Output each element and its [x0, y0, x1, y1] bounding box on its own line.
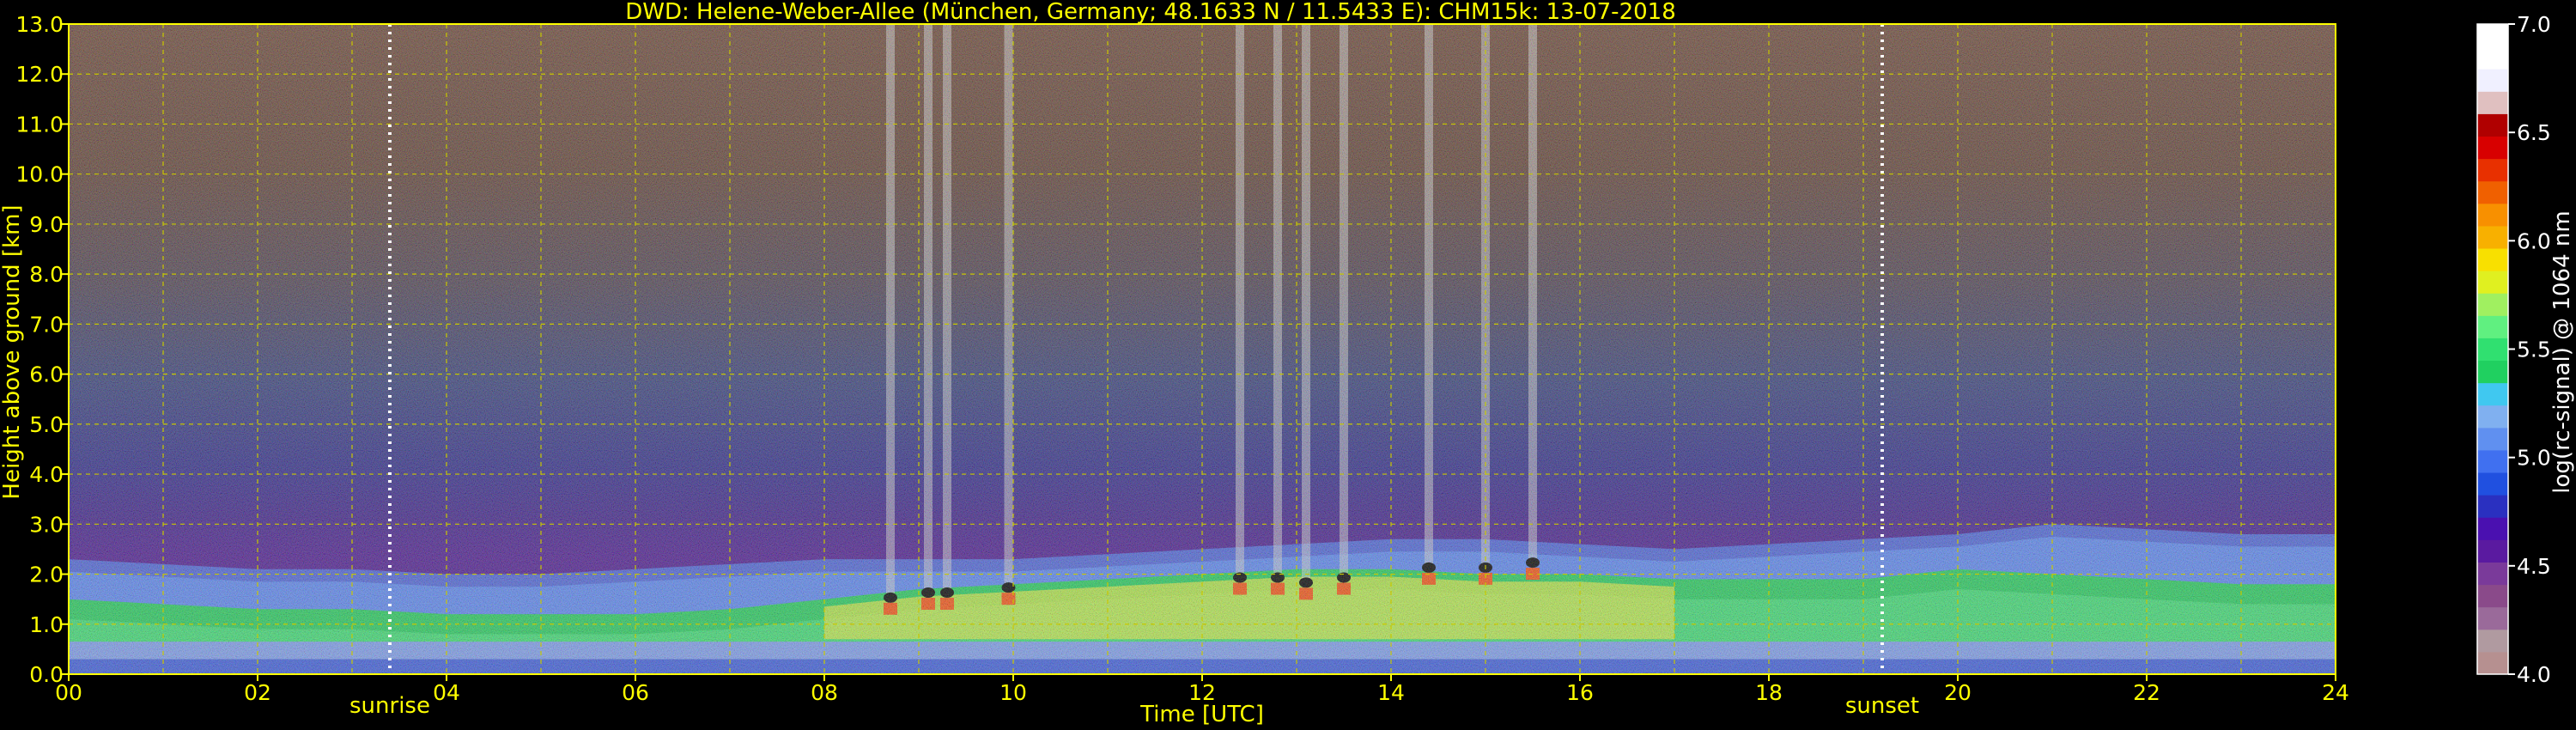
x-axis-label: Time [UTC]	[1139, 702, 1264, 727]
x-tick-label: 24	[2322, 680, 2349, 705]
y-tick-label: 8.0	[29, 262, 64, 287]
chart-title: DWD: Helene-Weber-Allee (München, German…	[625, 0, 1676, 25]
y-tick-label: 12.0	[15, 62, 64, 87]
colorbar-segment	[2477, 315, 2508, 338]
x-tick-label: 04	[433, 680, 460, 705]
colorbar	[2476, 23, 2509, 675]
colorbar-segment	[2477, 539, 2508, 563]
colorbar-segment	[2477, 495, 2508, 518]
x-tick-label: 16	[1566, 680, 1594, 705]
y-tick-label: 11.0	[15, 112, 64, 137]
y-tick-label: 1.0	[29, 612, 64, 637]
colorbar-segment	[2477, 69, 2508, 92]
colorbar-segment	[2477, 293, 2508, 316]
y-tick-label: 2.0	[29, 563, 64, 587]
colorbar-segment	[2477, 427, 2508, 451]
x-tick-label: 08	[811, 680, 838, 705]
colorbar-tick-label: 7.0	[2517, 12, 2551, 37]
x-tick-label: 10	[999, 680, 1027, 705]
colorbar-tick-label: 4.5	[2517, 554, 2551, 579]
colorbar-segment	[2477, 158, 2508, 182]
colorbar-segment	[2477, 382, 2508, 406]
colorbar-segment	[2477, 113, 2508, 137]
colorbar-segment	[2477, 225, 2508, 249]
colorbar-segment	[2477, 136, 2508, 160]
colorbar-segment	[2477, 248, 2508, 271]
colorbar-segment	[2477, 472, 2508, 496]
colorbar-segment	[2477, 651, 2508, 675]
colorbar-segment	[2477, 584, 2508, 608]
colorbar-segment	[2477, 606, 2508, 630]
colorbar-tick-label: 5.0	[2517, 446, 2551, 471]
colorbar-segment	[2477, 360, 2508, 384]
y-tick-label: 13.0	[15, 12, 64, 37]
colorbar-segment	[2477, 271, 2508, 294]
sunset-label: sunset	[1845, 693, 1919, 719]
colorbar-segment	[2477, 629, 2508, 653]
colorbar-segment	[2477, 46, 2508, 70]
colorbar-tick-label: 4.0	[2517, 662, 2551, 687]
y-tick-label: 6.0	[29, 362, 64, 387]
colorbar-ticks: 4.0 4.5 5.0 5.5 6.0 6.5 7.0	[2508, 12, 2551, 687]
colorbar-segment	[2477, 24, 2508, 47]
y-tick-label: 4.0	[29, 462, 64, 487]
x-tick-label: 18	[1755, 680, 1783, 705]
x-tick-label: 06	[622, 680, 649, 705]
x-tick-label: 14	[1377, 680, 1405, 705]
y-tick-label: 7.0	[29, 312, 64, 337]
colorbar-segment	[2477, 203, 2508, 227]
x-tick-label: 02	[244, 680, 271, 705]
colorbar-segment	[2477, 449, 2508, 473]
x-tick-label: 20	[1944, 680, 1971, 705]
sunrise-label: sunrise	[349, 693, 430, 719]
y-tick-label: 10.0	[15, 162, 64, 187]
colorbar-segment	[2477, 562, 2508, 586]
colorbar-segment	[2477, 517, 2508, 540]
colorbar-segment	[2477, 405, 2508, 429]
y-tick-label: 3.0	[29, 512, 64, 537]
ceilometer-chart: DWD: Helene-Weber-Allee (München, German…	[0, 0, 2575, 727]
x-tick-label: 22	[2133, 680, 2160, 705]
colorbar-tick-label: 6.5	[2517, 120, 2551, 145]
plot-area	[68, 23, 2336, 675]
colorbar-tick-label: 6.0	[2517, 228, 2551, 253]
y-axis-label: Height above ground [km]	[0, 204, 25, 499]
colorbar-segment	[2477, 180, 2508, 204]
colorbar-tick-label: 5.5	[2517, 338, 2551, 362]
colorbar-label: log(rc-signal) @ 1064 nm	[2549, 210, 2575, 493]
y-tick-label: 9.0	[29, 212, 64, 237]
colorbar-segment	[2477, 338, 2508, 362]
x-tick-label: 00	[55, 680, 82, 705]
colorbar-segment	[2477, 91, 2508, 114]
y-tick-label: 5.0	[29, 412, 64, 437]
